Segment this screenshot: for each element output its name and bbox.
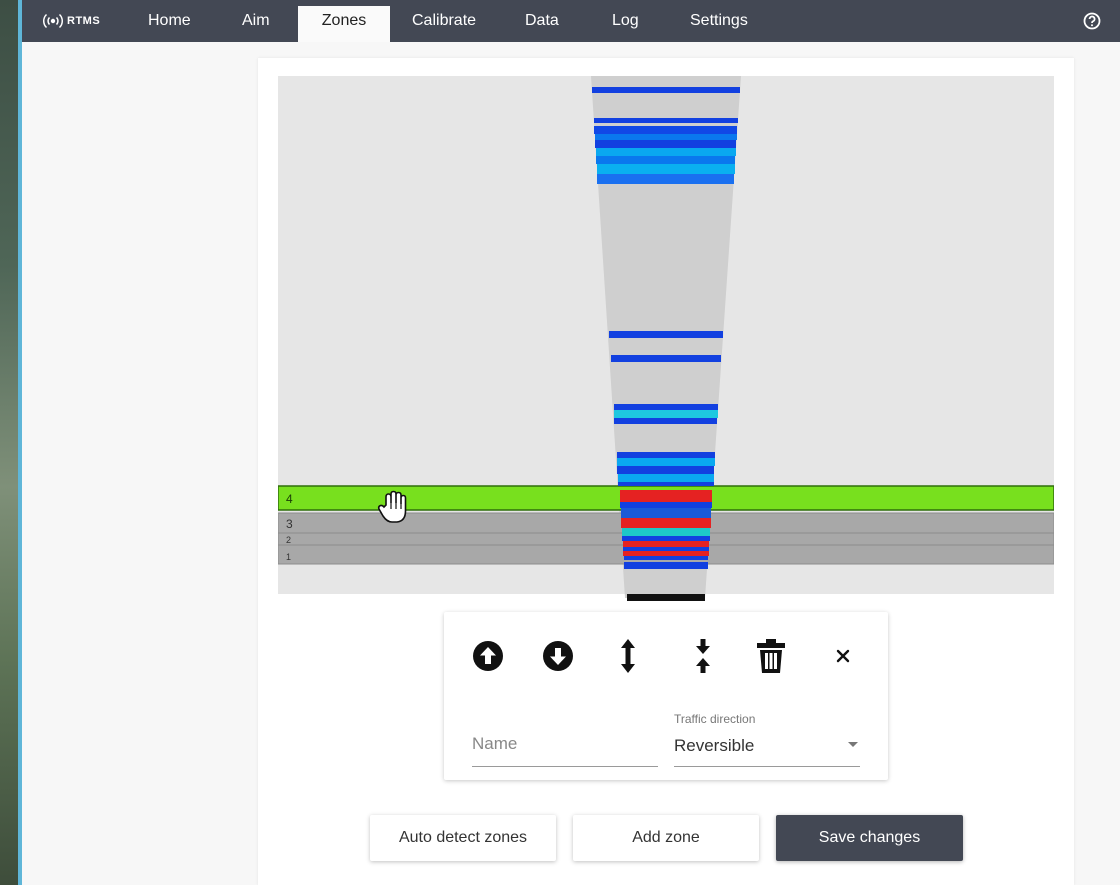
auto-detect-zones-button[interactable]: Auto detect zones — [370, 815, 556, 861]
traffic-direction-value: Reversible — [674, 736, 755, 755]
delete-zone-button[interactable] — [754, 639, 788, 673]
move-zone-up-button[interactable] — [471, 639, 505, 673]
nav-aim[interactable]: Aim — [242, 0, 270, 42]
zone-label-1: 1 — [286, 552, 291, 562]
zone-name-input[interactable] — [472, 730, 658, 754]
close-editor-button[interactable] — [826, 639, 860, 673]
nav-calibrate[interactable]: Calibrate — [412, 0, 476, 42]
zone-label-4: 4 — [286, 492, 293, 506]
radar-wave-icon — [42, 13, 64, 29]
close-icon — [836, 649, 850, 663]
trash-icon — [757, 639, 785, 673]
brand-name: RTMS — [67, 15, 101, 27]
nav-data[interactable]: Data — [525, 0, 559, 42]
arrow-down-circle-icon — [543, 641, 573, 671]
traffic-direction-select[interactable]: Traffic direction Reversible — [674, 712, 860, 767]
save-changes-button[interactable]: Save changes — [776, 815, 963, 861]
help-circle-icon[interactable] — [1082, 11, 1102, 31]
expand-zone-button[interactable] — [611, 639, 645, 673]
traffic-direction-label: Traffic direction — [674, 712, 756, 726]
add-zone-button[interactable]: Add zone — [573, 815, 759, 861]
zone-label-3: 3 — [286, 517, 293, 531]
chevron-down-icon — [848, 742, 858, 747]
shrink-zone-button[interactable] — [686, 639, 720, 673]
expand-vertical-icon — [621, 639, 635, 673]
rtms-logo[interactable]: RTMS — [42, 10, 100, 32]
nav-settings[interactable]: Settings — [690, 0, 748, 42]
zone-editor-panel: Traffic direction Reversible — [444, 612, 888, 780]
zone-name-field[interactable] — [472, 730, 658, 767]
nav-zones[interactable]: Zones — [298, 6, 390, 42]
nav-home[interactable]: Home — [148, 0, 191, 42]
top-navigation-bar: RTMS Home Aim Zones Calibrate Data Log S… — [22, 0, 1120, 42]
radar-zone-view[interactable]: 4 3 2 1 — [278, 76, 1054, 601]
radar-canvas: 4 3 2 1 — [278, 76, 1054, 601]
move-zone-down-button[interactable] — [541, 639, 575, 673]
arrow-up-circle-icon — [473, 641, 503, 671]
zone-label-2: 2 — [286, 535, 291, 545]
compress-vertical-icon — [696, 639, 710, 673]
desktop-background-edge — [0, 0, 22, 885]
nav-log[interactable]: Log — [612, 0, 639, 42]
